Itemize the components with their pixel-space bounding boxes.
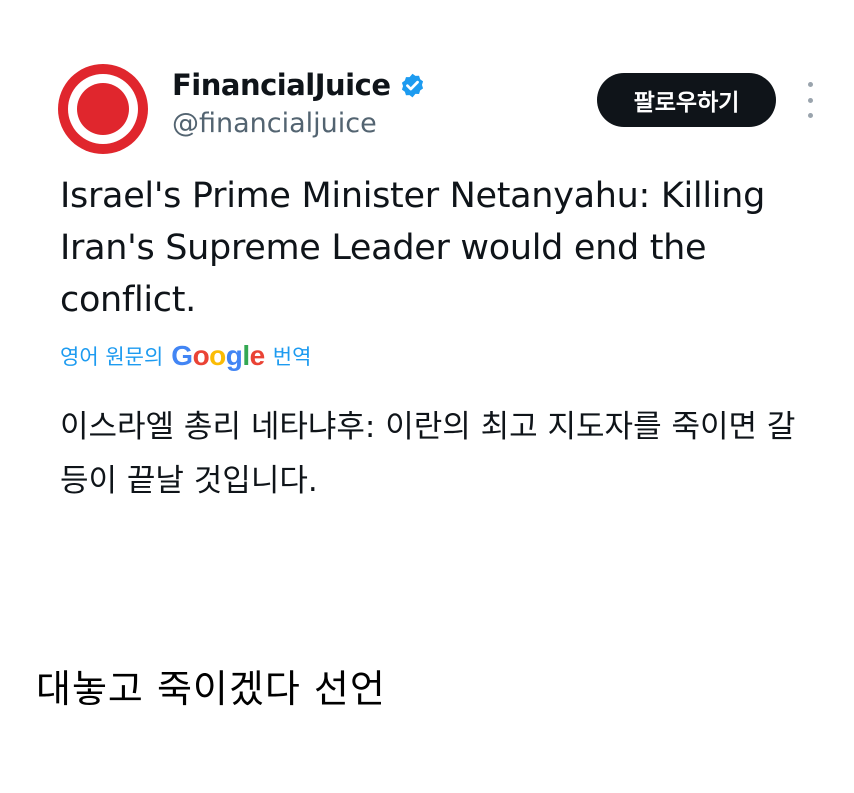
tweet-text: Israel's Prime Minister Netanyahu: Killi… — [60, 176, 765, 320]
tweet-card: FinancialJuice @financialjuice 팔로우하기 Isr… — [0, 0, 854, 520]
avatar[interactable] — [58, 64, 148, 154]
more-dot — [807, 113, 813, 118]
verified-badge-icon — [401, 73, 423, 97]
avatar-logo-core — [77, 83, 129, 135]
more-dots-vertical-icon[interactable] — [800, 82, 820, 118]
author-handle[interactable]: @financialjuice — [172, 108, 377, 139]
translation-attribution-link[interactable]: 영어 원문의 Google 번역 — [60, 340, 311, 372]
more-dot — [807, 82, 813, 87]
author-display-name[interactable]: FinancialJuice — [172, 68, 391, 102]
post-caption: 대놓고 죽이겠다 선언 — [36, 667, 386, 711]
translation-suffix: 번역 — [272, 345, 312, 369]
more-dot — [807, 97, 813, 103]
follow-button[interactable]: 팔로우하기 — [597, 73, 776, 127]
google-logo: Google — [171, 340, 265, 371]
author-name-row: FinancialJuice — [172, 68, 426, 102]
translation-prefix: 영어 원문의 — [60, 345, 164, 369]
translated-tweet-text: 이스라엘 총리 네타냐후: 이란의 최고 지도자를 죽이면 갈등이 끝날 것입니… — [60, 409, 796, 499]
